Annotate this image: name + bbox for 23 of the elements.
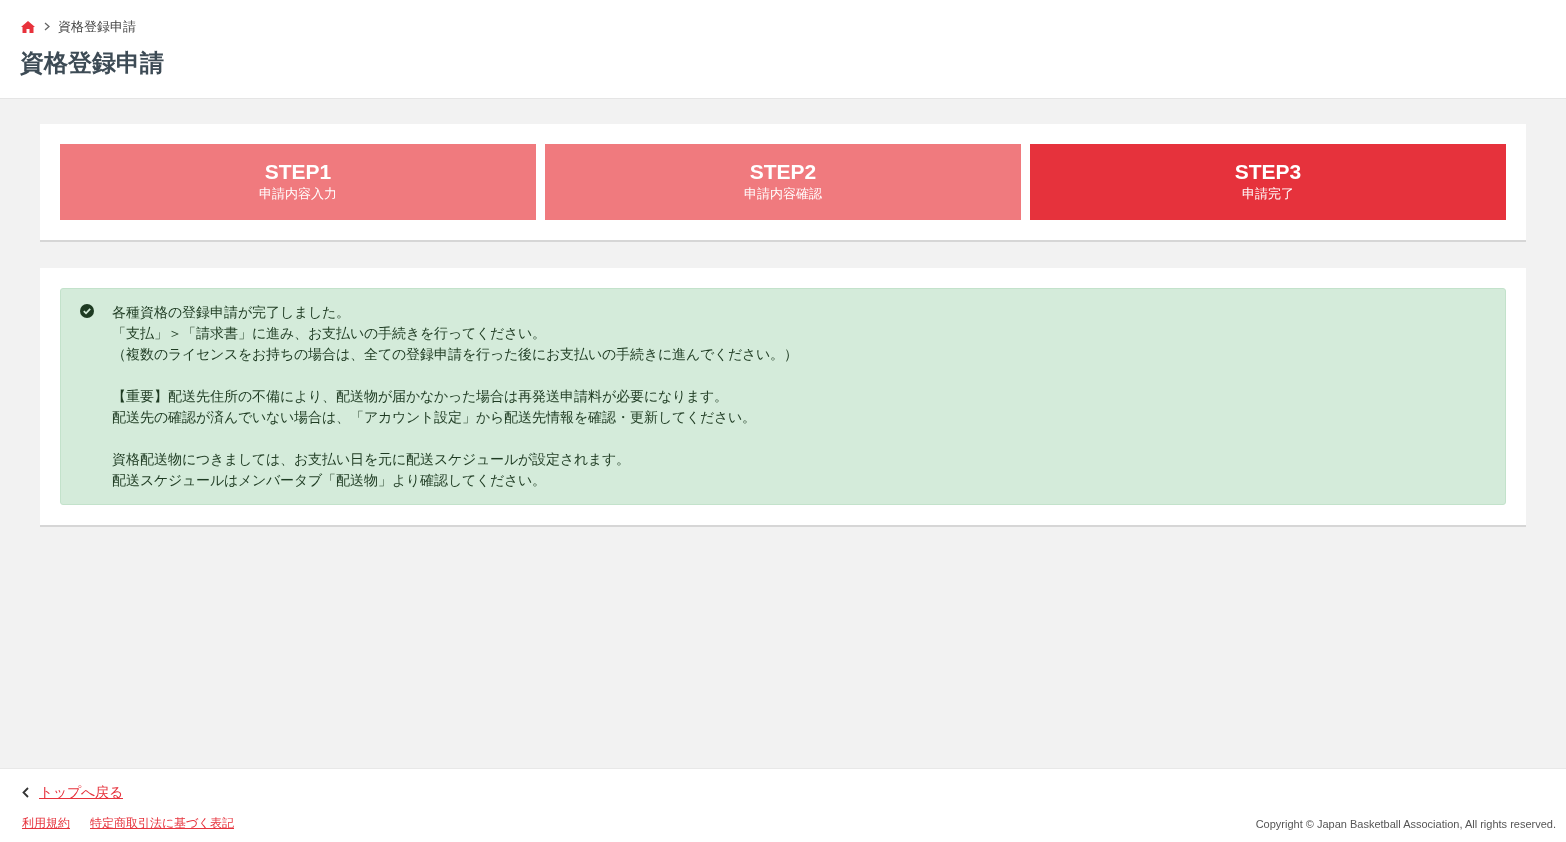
step-label: STEP3 [1234,160,1302,184]
breadcrumb-item: 資格登録申請 [58,18,136,36]
message-line: （複数のライセンスをお持ちの場合は、全ての登録申請を行った後にお支払いの手続きに進んでください。） [112,345,798,364]
message-line: 配送先の確認が済んでいない場合は、「アカウント設定」から配送先情報を確認・更新してください。 [112,408,757,427]
chevron-left-icon [22,787,29,798]
back-to-top-link[interactable]: トップへ戻る [39,782,123,803]
message-line: 【重要】配送先住所の不備により、配送物が届かなかった場合は再発送申請料が必要になります。 [112,387,729,406]
message-line: 配送スケジュールはメンバータブ「配送物」より確認してください。 [112,471,547,490]
home-icon[interactable] [20,19,36,34]
message-line: 各種資格の登録申請が完了しました。 [112,303,351,322]
step-label: STEP1 [264,160,332,184]
page-title: 資格登録申請 [20,47,165,78]
footer-link[interactable]: 特定商取引法に基づく表記 [90,814,234,832]
step-caption: 申請内容入力 [259,185,337,203]
step-label: STEP2 [749,160,817,184]
step-caption: 申請完了 [1242,185,1294,203]
copyright-text: Copyright © Japan Basketball Association, All rights reserved. [1255,816,1556,832]
check-circle-icon [80,304,94,318]
footer-link[interactable]: 利用規約 [22,814,70,832]
step-caption: 申請内容確認 [744,185,822,203]
message-line: 「支払」＞「請求書」に進み、お支払いの手続きを行ってください。 [112,324,547,343]
chevron-right-icon [44,22,50,32]
message-line: 資格配送物につきましては、お支払い日を元に配送スケジュールが設定されます。 [112,450,631,469]
